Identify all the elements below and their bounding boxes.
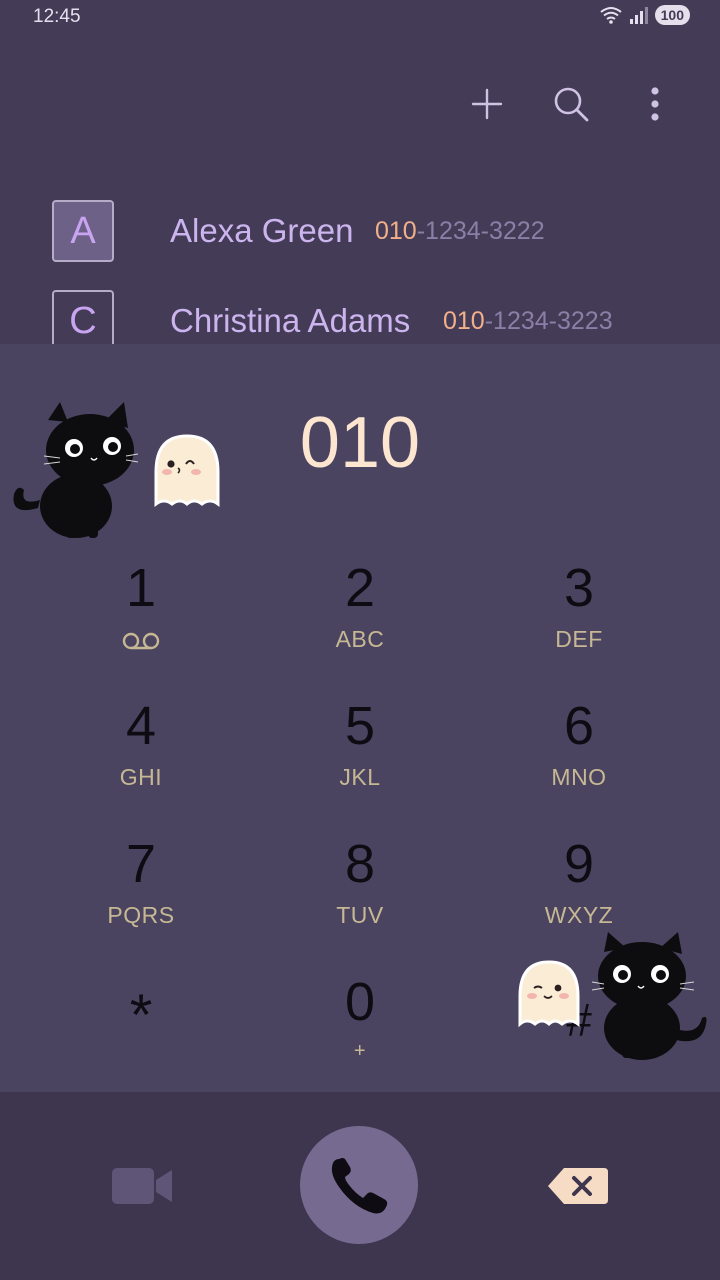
key-letters: MNO [551, 764, 607, 790]
key-digit: 8 [344, 834, 376, 894]
contact-name: Christina Adams [170, 302, 411, 339]
key-letters: ABC [335, 626, 385, 652]
contact-number: 010-1234-3223 [443, 307, 613, 336]
status-bar: 12:45 100 [0, 0, 720, 34]
battery-indicator: 100 [654, 5, 690, 25]
add-icon [471, 88, 503, 120]
key-8[interactable]: 8 TUV [260, 834, 460, 954]
voicemail-icon [122, 632, 160, 650]
number-rest: -1234-3223 [484, 306, 613, 335]
top-actions [462, 82, 680, 126]
contact-result-row[interactable]: A Alexa Green 010-1234-3222 [0, 186, 720, 276]
video-call-button[interactable] [110, 1164, 174, 1208]
video-camera-icon [112, 1168, 172, 1204]
call-button[interactable] [300, 1126, 418, 1244]
key-letters: PQRS [107, 902, 175, 928]
backspace-button[interactable] [546, 1166, 610, 1206]
status-icons: 100 [599, 5, 690, 25]
key-3[interactable]: 3 DEF [479, 558, 679, 678]
key-letters: DEF [555, 626, 603, 652]
ghost-sticker [518, 960, 580, 1028]
number-match: 010 [375, 216, 417, 245]
status-time: 12:45 [33, 6, 81, 27]
key-digit: 0 [344, 972, 376, 1032]
avatar-initial: C [69, 299, 97, 342]
key-6[interactable]: 6 MNO [479, 696, 679, 816]
contact-avatar: A [52, 200, 114, 262]
wifi-icon [600, 7, 622, 24]
key-digit: 6 [563, 696, 595, 756]
key-0[interactable]: 0 + [260, 972, 460, 1092]
add-contact-button[interactable] [462, 82, 512, 126]
key-letters: WXYZ [544, 902, 614, 928]
key-digit: 5 [344, 696, 376, 756]
contact-number: 010-1234-3222 [375, 217, 545, 246]
more-vert-icon [651, 87, 659, 121]
key-star[interactable]: * [41, 986, 241, 1106]
key-letters: JKL [339, 764, 381, 790]
number-match: 010 [443, 306, 485, 335]
avatar-initial: A [70, 209, 96, 252]
key-2[interactable]: 2 ABC [260, 558, 460, 678]
key-digit: 7 [125, 834, 157, 894]
key-7[interactable]: 7 PQRS [41, 834, 241, 954]
key-digit: 9 [563, 834, 595, 894]
search-icon [554, 87, 589, 122]
key-digit: 4 [125, 696, 157, 756]
phone-icon [331, 1158, 388, 1214]
backspace-icon [548, 1168, 608, 1204]
contact-name: Alexa Green [170, 212, 354, 249]
key-5[interactable]: 5 JKL [260, 696, 460, 816]
more-options-button[interactable] [630, 82, 680, 126]
key-digit: * [129, 983, 153, 1048]
signal-icon [629, 7, 648, 24]
black-cat-sticker [591, 932, 707, 1060]
contact-result-row[interactable]: C Christina Adams 010-1234-3223 [0, 276, 720, 344]
contact-results-list: A Alexa Green 010-1234-3222 C Christina … [0, 186, 720, 344]
contact-avatar: C [52, 290, 114, 344]
dialed-number-display: 010 [299, 403, 421, 483]
key-4[interactable]: 4 GHI [41, 696, 241, 816]
key-letters: + [353, 1040, 367, 1062]
search-button[interactable] [546, 82, 596, 126]
key-digit: 1 [125, 558, 157, 618]
key-letters: GHI [119, 764, 163, 790]
key-1[interactable]: 1 [41, 558, 241, 678]
key-digit: 2 [344, 558, 376, 618]
number-rest: -1234-3222 [416, 216, 545, 245]
key-digit: 3 [563, 558, 595, 618]
key-letters: TUV [336, 902, 384, 928]
